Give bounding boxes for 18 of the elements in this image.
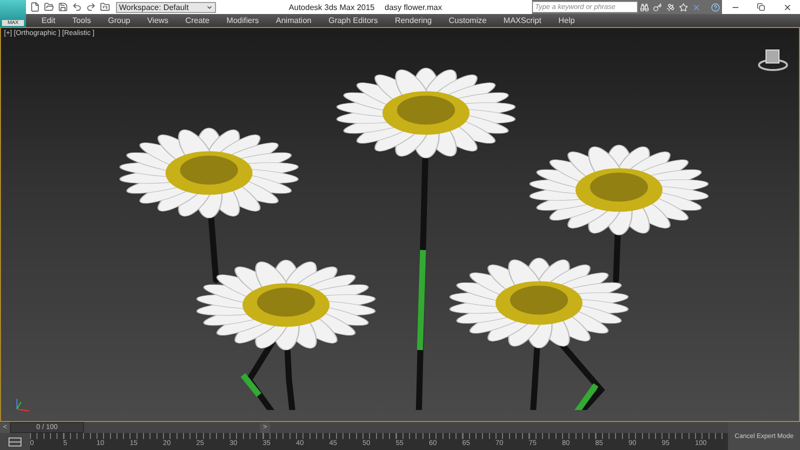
menu-item[interactable]: Create <box>176 14 218 27</box>
menu-item[interactable]: Modifiers <box>218 14 268 27</box>
menu-item[interactable]: Help <box>550 14 584 27</box>
menu-item[interactable]: Rendering <box>386 14 440 27</box>
menu-item[interactable]: Views <box>138 14 177 27</box>
menu-item[interactable]: Tools <box>64 14 100 27</box>
menu-item[interactable]: Group <box>99 14 139 27</box>
workspace-dropdown[interactable]: Workspace: Default <box>116 2 216 12</box>
menu-item[interactable]: Edit <box>33 14 64 27</box>
window-title: Autodesk 3ds Max 2015 <box>288 2 375 12</box>
menu-item[interactable]: Customize <box>440 14 496 27</box>
save-icon[interactable] <box>56 0 70 14</box>
menu-item[interactable]: MAXScript <box>495 14 550 27</box>
menu-item[interactable]: Animation <box>267 14 320 27</box>
menu-item[interactable]: Graph Editors <box>320 14 386 27</box>
project-folder-icon[interactable] <box>98 0 112 14</box>
file-name: dasy flower.max <box>384 2 442 12</box>
curve-editor-icon[interactable] <box>0 433 30 450</box>
